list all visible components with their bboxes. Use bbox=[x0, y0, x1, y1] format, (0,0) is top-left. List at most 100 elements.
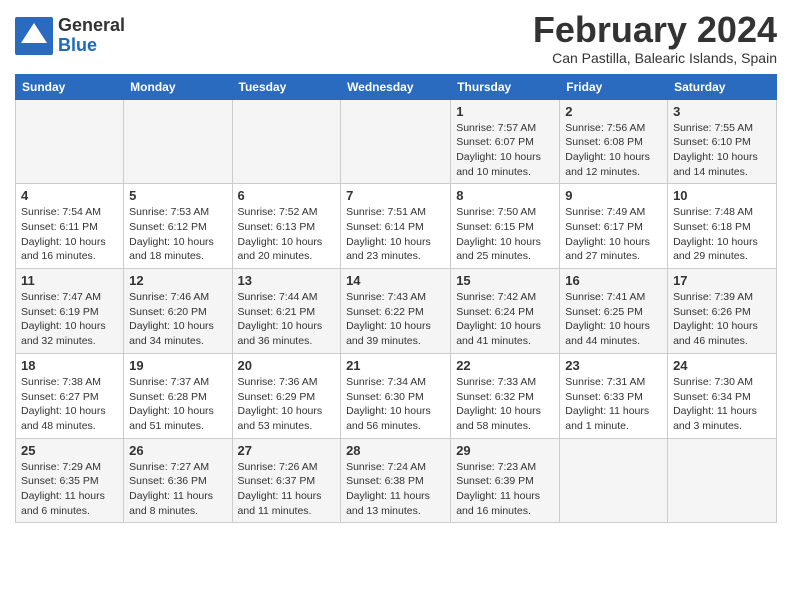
day-info: Sunrise: 7:52 AMSunset: 6:13 PMDaylight:… bbox=[238, 205, 336, 264]
day-info: Sunrise: 7:53 AMSunset: 6:12 PMDaylight:… bbox=[129, 205, 226, 264]
day-number: 27 bbox=[238, 443, 336, 458]
calendar-cell bbox=[232, 99, 341, 184]
logo: General Blue bbox=[15, 16, 125, 56]
day-info: Sunrise: 7:37 AMSunset: 6:28 PMDaylight:… bbox=[129, 375, 226, 434]
day-info: Sunrise: 7:48 AMSunset: 6:18 PMDaylight:… bbox=[673, 205, 771, 264]
week-row-4: 18 Sunrise: 7:38 AMSunset: 6:27 PMDayligh… bbox=[16, 353, 777, 438]
location-title: Can Pastilla, Balearic Islands, Spain bbox=[533, 50, 777, 66]
day-number: 16 bbox=[565, 273, 662, 288]
day-info: Sunrise: 7:49 AMSunset: 6:17 PMDaylight:… bbox=[565, 205, 662, 264]
day-info: Sunrise: 7:54 AMSunset: 6:11 PMDaylight:… bbox=[21, 205, 118, 264]
calendar-cell: 9 Sunrise: 7:49 AMSunset: 6:17 PMDaylight… bbox=[560, 184, 668, 269]
day-info: Sunrise: 7:42 AMSunset: 6:24 PMDaylight:… bbox=[456, 290, 554, 349]
day-number: 23 bbox=[565, 358, 662, 373]
header-friday: Friday bbox=[560, 74, 668, 99]
calendar-cell: 11Sunrise: 7:47 AMSunset: 6:19 PMDayligh… bbox=[16, 269, 124, 354]
day-number: 7 bbox=[346, 188, 445, 203]
day-info: Sunrise: 7:46 AMSunset: 6:20 PMDaylight:… bbox=[129, 290, 226, 349]
day-info: Sunrise: 7:26 AMSunset: 6:37 PMDaylight:… bbox=[238, 460, 336, 519]
header-saturday: Saturday bbox=[668, 74, 777, 99]
title-section: February 2024 Can Pastilla, Balearic Isl… bbox=[533, 10, 777, 66]
calendar-cell bbox=[16, 99, 124, 184]
day-info: Sunrise: 7:23 AMSunset: 6:39 PMDaylight:… bbox=[456, 460, 554, 519]
day-number: 28 bbox=[346, 443, 445, 458]
day-number: 17 bbox=[673, 273, 771, 288]
calendar-cell: 20Sunrise: 7:36 AMSunset: 6:29 PMDayligh… bbox=[232, 353, 341, 438]
calendar-cell: 2Sunrise: 7:56 AMSunset: 6:08 PMDaylight… bbox=[560, 99, 668, 184]
calendar-cell: 3 Sunrise: 7:55 AMSunset: 6:10 PMDaylight… bbox=[668, 99, 777, 184]
header-row: SundayMondayTuesdayWednesdayThursdayFrid… bbox=[16, 74, 777, 99]
calendar-cell: 22Sunrise: 7:33 AMSunset: 6:32 PMDayligh… bbox=[451, 353, 560, 438]
calendar-cell: 5 Sunrise: 7:53 AMSunset: 6:12 PMDaylight… bbox=[124, 184, 232, 269]
calendar-cell: 28 Sunrise: 7:24 AMSunset: 6:38 PMDayligh… bbox=[341, 438, 451, 523]
day-number: 29 bbox=[456, 443, 554, 458]
logo-icon bbox=[15, 17, 53, 55]
day-info: Sunrise: 7:27 AMSunset: 6:36 PMDaylight:… bbox=[129, 460, 226, 519]
page-header: General Blue February 2024 Can Pastilla,… bbox=[15, 10, 777, 66]
header-tuesday: Tuesday bbox=[232, 74, 341, 99]
day-info: Sunrise: 7:41 AMSunset: 6:25 PMDaylight:… bbox=[565, 290, 662, 349]
calendar-cell: 14 Sunrise: 7:43 AMSunset: 6:22 PMDayligh… bbox=[341, 269, 451, 354]
day-number: 20 bbox=[238, 358, 336, 373]
day-number: 24 bbox=[673, 358, 771, 373]
day-number: 22 bbox=[456, 358, 554, 373]
calendar-cell: 6 Sunrise: 7:52 AMSunset: 6:13 PMDaylight… bbox=[232, 184, 341, 269]
calendar-cell bbox=[341, 99, 451, 184]
day-number: 1 bbox=[456, 104, 554, 119]
day-number: 15 bbox=[456, 273, 554, 288]
day-info: Sunrise: 7:44 AMSunset: 6:21 PMDaylight:… bbox=[238, 290, 336, 349]
week-row-3: 11Sunrise: 7:47 AMSunset: 6:19 PMDayligh… bbox=[16, 269, 777, 354]
calendar-cell: 27 Sunrise: 7:26 AMSunset: 6:37 PMDayligh… bbox=[232, 438, 341, 523]
calendar-cell: 1 Sunrise: 7:57 AMSunset: 6:07 PMDaylight… bbox=[451, 99, 560, 184]
calendar-cell: 10Sunrise: 7:48 AMSunset: 6:18 PMDayligh… bbox=[668, 184, 777, 269]
calendar-cell: 19 Sunrise: 7:37 AMSunset: 6:28 PMDayligh… bbox=[124, 353, 232, 438]
calendar-cell: 17 Sunrise: 7:39 AMSunset: 6:26 PMDayligh… bbox=[668, 269, 777, 354]
calendar-cell: 7 Sunrise: 7:51 AMSunset: 6:14 PMDaylight… bbox=[341, 184, 451, 269]
calendar-cell bbox=[124, 99, 232, 184]
calendar-table: SundayMondayTuesdayWednesdayThursdayFrid… bbox=[15, 74, 777, 524]
day-info: Sunrise: 7:24 AMSunset: 6:38 PMDaylight:… bbox=[346, 460, 445, 519]
day-number: 3 bbox=[673, 104, 771, 119]
day-info: Sunrise: 7:30 AMSunset: 6:34 PMDaylight:… bbox=[673, 375, 771, 434]
week-row-2: 4 Sunrise: 7:54 AMSunset: 6:11 PMDaylight… bbox=[16, 184, 777, 269]
day-info: Sunrise: 7:34 AMSunset: 6:30 PMDaylight:… bbox=[346, 375, 445, 434]
calendar-cell: 23Sunrise: 7:31 AMSunset: 6:33 PMDayligh… bbox=[560, 353, 668, 438]
logo-blue-text: Blue bbox=[58, 36, 125, 56]
calendar-cell: 12 Sunrise: 7:46 AMSunset: 6:20 PMDayligh… bbox=[124, 269, 232, 354]
calendar-cell: 26 Sunrise: 7:27 AMSunset: 6:36 PMDayligh… bbox=[124, 438, 232, 523]
calendar-cell: 15 Sunrise: 7:42 AMSunset: 6:24 PMDayligh… bbox=[451, 269, 560, 354]
day-info: Sunrise: 7:56 AMSunset: 6:08 PMDaylight:… bbox=[565, 121, 662, 180]
header-sunday: Sunday bbox=[16, 74, 124, 99]
day-info: Sunrise: 7:38 AMSunset: 6:27 PMDaylight:… bbox=[21, 375, 118, 434]
header-thursday: Thursday bbox=[451, 74, 560, 99]
day-info: Sunrise: 7:50 AMSunset: 6:15 PMDaylight:… bbox=[456, 205, 554, 264]
day-number: 21 bbox=[346, 358, 445, 373]
day-info: Sunrise: 7:51 AMSunset: 6:14 PMDaylight:… bbox=[346, 205, 445, 264]
day-number: 14 bbox=[346, 273, 445, 288]
day-number: 4 bbox=[21, 188, 118, 203]
day-number: 6 bbox=[238, 188, 336, 203]
calendar-cell: 8Sunrise: 7:50 AMSunset: 6:15 PMDaylight… bbox=[451, 184, 560, 269]
week-row-1: 1 Sunrise: 7:57 AMSunset: 6:07 PMDaylight… bbox=[16, 99, 777, 184]
calendar-cell: 25Sunrise: 7:29 AMSunset: 6:35 PMDayligh… bbox=[16, 438, 124, 523]
day-number: 18 bbox=[21, 358, 118, 373]
calendar-cell: 29 Sunrise: 7:23 AMSunset: 6:39 PMDayligh… bbox=[451, 438, 560, 523]
day-number: 26 bbox=[129, 443, 226, 458]
month-title: February 2024 bbox=[533, 10, 777, 50]
calendar-cell: 21 Sunrise: 7:34 AMSunset: 6:30 PMDayligh… bbox=[341, 353, 451, 438]
calendar-cell: 16 Sunrise: 7:41 AMSunset: 6:25 PMDayligh… bbox=[560, 269, 668, 354]
day-number: 13 bbox=[238, 273, 336, 288]
week-row-5: 25Sunrise: 7:29 AMSunset: 6:35 PMDayligh… bbox=[16, 438, 777, 523]
calendar-cell: 4 Sunrise: 7:54 AMSunset: 6:11 PMDaylight… bbox=[16, 184, 124, 269]
day-info: Sunrise: 7:29 AMSunset: 6:35 PMDaylight:… bbox=[21, 460, 118, 519]
day-number: 5 bbox=[129, 188, 226, 203]
day-info: Sunrise: 7:55 AMSunset: 6:10 PMDaylight:… bbox=[673, 121, 771, 180]
day-info: Sunrise: 7:57 AMSunset: 6:07 PMDaylight:… bbox=[456, 121, 554, 180]
day-number: 12 bbox=[129, 273, 226, 288]
day-number: 9 bbox=[565, 188, 662, 203]
day-number: 11 bbox=[21, 273, 118, 288]
day-info: Sunrise: 7:39 AMSunset: 6:26 PMDaylight:… bbox=[673, 290, 771, 349]
day-info: Sunrise: 7:43 AMSunset: 6:22 PMDaylight:… bbox=[346, 290, 445, 349]
calendar-cell bbox=[560, 438, 668, 523]
day-number: 19 bbox=[129, 358, 226, 373]
